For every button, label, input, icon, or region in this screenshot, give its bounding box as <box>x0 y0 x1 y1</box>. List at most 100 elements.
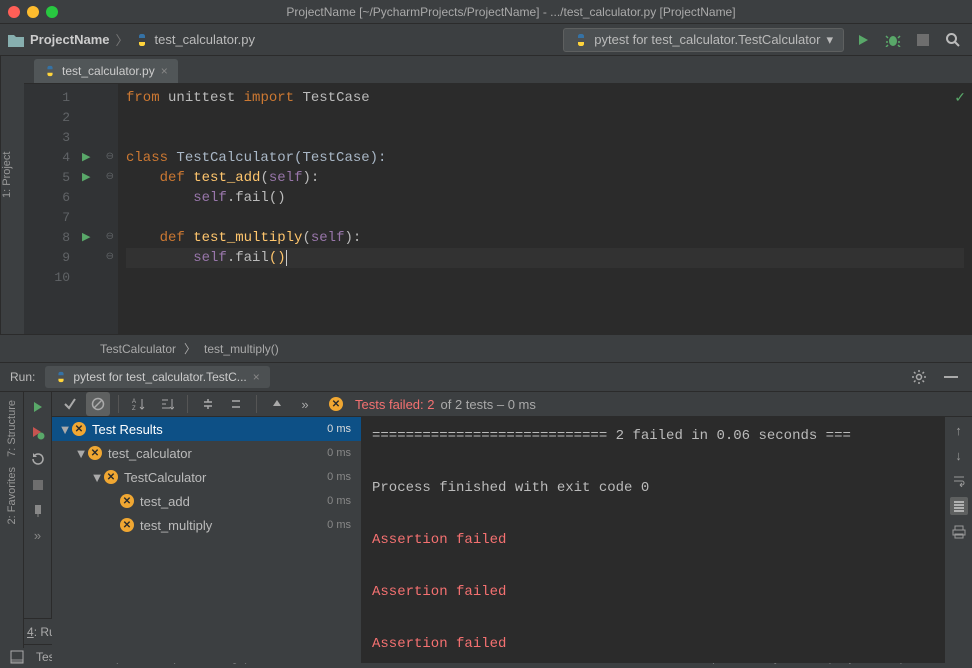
run-marker-icon[interactable]: ▶ <box>82 148 90 168</box>
folder-icon <box>8 33 24 47</box>
fail-status-icon: ✕ <box>120 518 134 532</box>
breadcrumb-project[interactable]: ProjectName <box>30 32 109 47</box>
rerun-button[interactable] <box>29 398 47 416</box>
expand-arrow-icon[interactable]: ▼ <box>74 446 88 461</box>
tree-root[interactable]: ▼ ✕ Test Results 0 ms <box>52 417 361 441</box>
test-console-output[interactable]: ============================ 2 failed in… <box>362 417 944 663</box>
tree-time: 0 ms <box>327 519 351 531</box>
breadcrumb-method[interactable]: test_multiply() <box>204 342 279 356</box>
stop-button[interactable] <box>912 29 934 51</box>
soft-wrap-button[interactable] <box>952 473 966 487</box>
window-title: ProjectName [~/PycharmProjects/ProjectNa… <box>58 5 964 19</box>
fold-icon[interactable]: ⊖ <box>106 148 114 168</box>
fold-icon[interactable]: ⊖ <box>106 248 114 268</box>
tree-time: 0 ms <box>327 471 351 483</box>
tree-item[interactable]: ▼ ✕ test_calculator 0 ms <box>52 441 361 465</box>
expand-arrow-icon[interactable]: ▼ <box>90 470 104 485</box>
test-results-tree[interactable]: ▼ ✕ Test Results 0 ms ▼ ✕ test_calculato… <box>52 417 362 663</box>
tests-failed-label: Tests failed: 2 <box>355 397 435 412</box>
collapse-all-button[interactable] <box>224 392 248 416</box>
window-minimize-button[interactable] <box>27 6 39 18</box>
scroll-down-button[interactable]: ↓ <box>955 448 962 463</box>
breadcrumb-class[interactable]: TestCalculator <box>100 342 176 356</box>
debug-button[interactable] <box>882 29 904 51</box>
tab-close-button[interactable]: × <box>161 64 168 78</box>
python-file-icon <box>55 371 67 383</box>
status-tool-icon[interactable] <box>10 650 24 664</box>
run-panel-tab[interactable]: pytest for test_calculator.TestC... × <box>45 366 269 388</box>
favorites-tab[interactable]: 2: Favorites <box>6 467 18 524</box>
expand-toolbar-button[interactable]: » <box>293 392 317 416</box>
pin-button[interactable] <box>29 502 47 520</box>
python-file-icon <box>135 33 149 47</box>
fail-status-icon: ✕ <box>329 397 343 411</box>
inspection-ok-icon: ✓ <box>954 90 966 107</box>
fail-status-icon: ✕ <box>120 494 134 508</box>
titlebar: ProjectName [~/PycharmProjects/ProjectNa… <box>0 0 972 24</box>
expand-icon[interactable]: » <box>34 528 41 543</box>
sort-alpha-button[interactable]: AZ <box>127 392 151 416</box>
svg-text:A: A <box>132 399 136 405</box>
code-editor[interactable]: ✓ 12345678910 ▶ ▶ ▶ ⊖ ⊖ ⊖ ⊖ from unittes… <box>24 84 972 334</box>
test-status-summary: ✕ Tests failed: 2 of 2 tests – 0 ms <box>329 397 536 412</box>
tab-close-button[interactable]: × <box>253 370 260 384</box>
rerun-failed-button[interactable] <box>29 424 47 442</box>
tree-time: 0 ms <box>327 495 351 507</box>
run-marker-icon[interactable]: ▶ <box>82 168 90 188</box>
run-button[interactable] <box>852 29 874 51</box>
print-button[interactable] <box>952 525 966 539</box>
fold-icon[interactable]: ⊖ <box>106 228 114 248</box>
fail-status-icon: ✕ <box>72 422 86 436</box>
tree-item[interactable]: ▼ ✕ TestCalculator 0 ms <box>52 465 361 489</box>
window-maximize-button[interactable] <box>46 6 58 18</box>
run-panel-header: Run: pytest for test_calculator.TestC...… <box>0 362 972 392</box>
scroll-up-button[interactable]: ↑ <box>955 423 962 438</box>
expand-arrow-icon[interactable]: ▼ <box>58 422 72 437</box>
editor-tab-label: test_calculator.py <box>62 64 155 78</box>
run-marker-icon[interactable]: ▶ <box>82 228 90 248</box>
run-panel-label: Run: <box>10 370 35 384</box>
scroll-to-end-button[interactable] <box>950 497 968 515</box>
tree-label: test_multiply <box>140 518 212 533</box>
structure-tab[interactable]: 7: Structure <box>6 400 18 457</box>
line-number-gutter: 12345678910 <box>24 84 78 334</box>
expand-all-button[interactable] <box>196 392 220 416</box>
chevron-down-icon: ▾ <box>826 32 833 48</box>
show-passed-button[interactable] <box>58 392 82 416</box>
run-tab-label: pytest for test_calculator.TestC... <box>73 370 246 384</box>
left-tool-strip: 1: Project <box>0 56 24 334</box>
toggle-auto-test-button[interactable] <box>29 450 47 468</box>
previous-failed-button[interactable] <box>265 392 289 416</box>
tree-item[interactable]: ✕ test_multiply 0 ms <box>52 513 361 537</box>
show-ignored-button[interactable] <box>86 392 110 416</box>
svg-text:Z: Z <box>132 406 136 411</box>
settings-button[interactable] <box>908 366 930 388</box>
window-close-button[interactable] <box>8 6 20 18</box>
fold-icon[interactable]: ⊖ <box>106 168 114 188</box>
breadcrumb-separator: 〉 <box>184 340 196 357</box>
tree-label: test_add <box>140 494 190 509</box>
tests-total-label: of 2 tests – 0 ms <box>441 397 536 412</box>
python-file-icon <box>574 33 588 47</box>
console-side-toolbar: ↑ ↓ <box>944 417 972 663</box>
navigation-bar: ProjectName 〉 test_calculator.py pytest … <box>0 24 972 56</box>
path-breadcrumb[interactable]: ProjectName 〉 test_calculator.py <box>8 30 255 49</box>
fail-status-icon: ✕ <box>88 446 102 460</box>
tree-item[interactable]: ✕ test_add 0 ms <box>52 489 361 513</box>
minimize-panel-button[interactable] <box>940 366 962 388</box>
sort-duration-button[interactable] <box>155 392 179 416</box>
tree-time: 0 ms <box>327 447 351 459</box>
breadcrumb-file[interactable]: test_calculator.py <box>155 32 255 47</box>
run-configuration-selector[interactable]: pytest for test_calculator.TestCalculato… <box>563 28 844 52</box>
run-side-toolbar: » <box>24 392 52 618</box>
test-toolbar: AZ » ✕ Tests failed: 2 of 2 tests – 0 ms <box>52 392 972 417</box>
stop-tests-button[interactable] <box>29 476 47 494</box>
run-config-label: pytest for test_calculator.TestCalculato… <box>594 32 820 47</box>
editor-tab[interactable]: test_calculator.py × <box>34 59 178 83</box>
tree-label: Test Results <box>92 422 163 437</box>
sidebar-project-tab[interactable]: 1: Project <box>1 152 13 198</box>
breadcrumb-separator: 〉 <box>115 30 128 49</box>
code-content[interactable]: from unittest import TestCase class Test… <box>118 84 972 334</box>
search-button[interactable] <box>942 29 964 51</box>
fail-status-icon: ✕ <box>104 470 118 484</box>
